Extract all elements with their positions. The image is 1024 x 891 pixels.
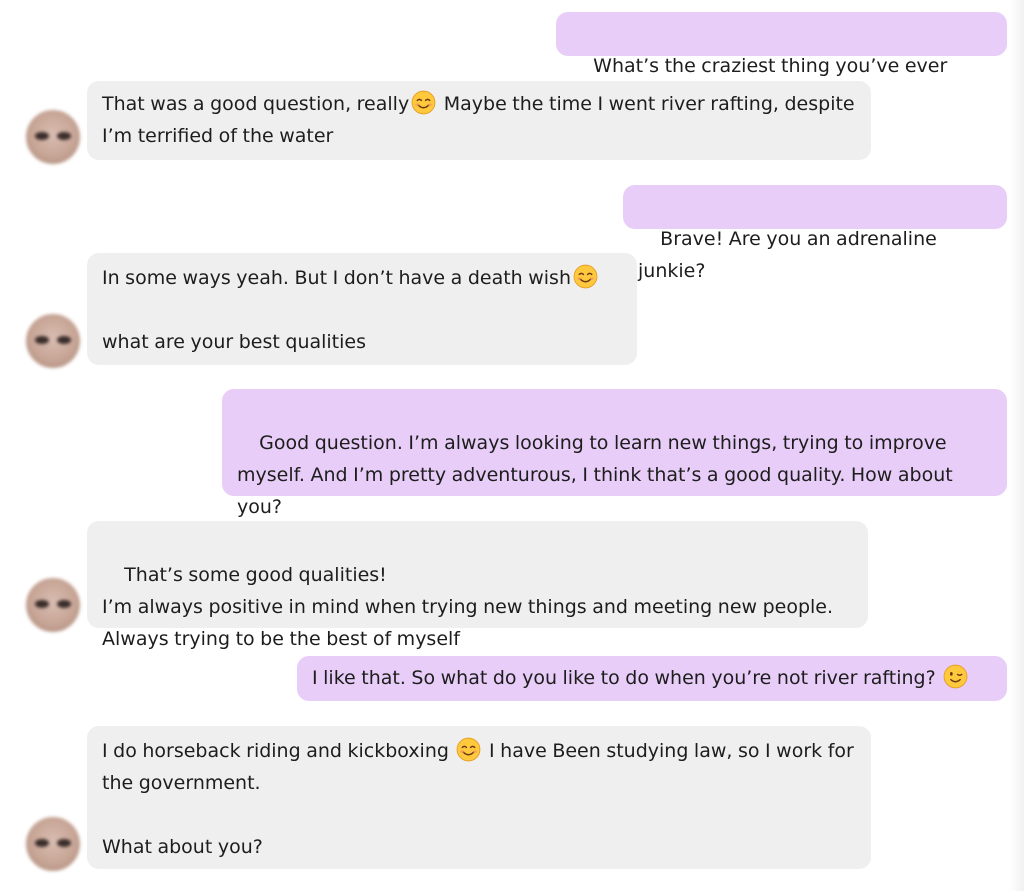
scrollbar-track[interactable] [1010, 0, 1024, 891]
message-text: Brave! Are you an adrenaline junkie? [638, 228, 943, 282]
outgoing-message: What’s the craziest thing you’ve ever do… [556, 12, 1007, 109]
message-text: In some ways yeah. But I don’t have a de… [102, 267, 571, 289]
outgoing-message: Brave! Are you an adrenaline junkie? [623, 185, 1007, 282]
message-text-continued: what are your best qualities [102, 331, 366, 353]
incoming-message: I do horseback riding and kickboxing I h… [87, 726, 871, 869]
smiling-face-icon [411, 90, 436, 115]
message-text: That’s some good qualities! I’m always p… [102, 564, 834, 650]
smiling-face-icon [573, 264, 598, 289]
chat-thread: What’s the craziest thing you’ve ever do… [0, 0, 1024, 891]
message-text: I do horseback riding and kickboxing [102, 740, 455, 762]
outgoing-message: I like that. So what do you like to do w… [297, 656, 1007, 701]
incoming-message: That was a good question, really Maybe t… [87, 81, 871, 160]
contact-avatar[interactable] [26, 578, 80, 632]
outgoing-message: Good question. I’m always looking to lea… [222, 389, 1007, 518]
incoming-message: In some ways yeah. But I don’t have a de… [87, 253, 637, 365]
contact-avatar[interactable] [26, 314, 80, 368]
message-text: That was a good question, really [102, 93, 410, 115]
smiling-face-icon [457, 737, 481, 762]
message-text: I like that. So what do you like to do w… [312, 667, 942, 689]
message-text: Good question. I’m always looking to lea… [237, 432, 959, 518]
incoming-message: That’s some good qualities! I’m always p… [87, 521, 868, 650]
winking-face-icon [943, 664, 968, 689]
contact-avatar[interactable] [26, 110, 80, 164]
contact-avatar[interactable] [26, 817, 80, 871]
